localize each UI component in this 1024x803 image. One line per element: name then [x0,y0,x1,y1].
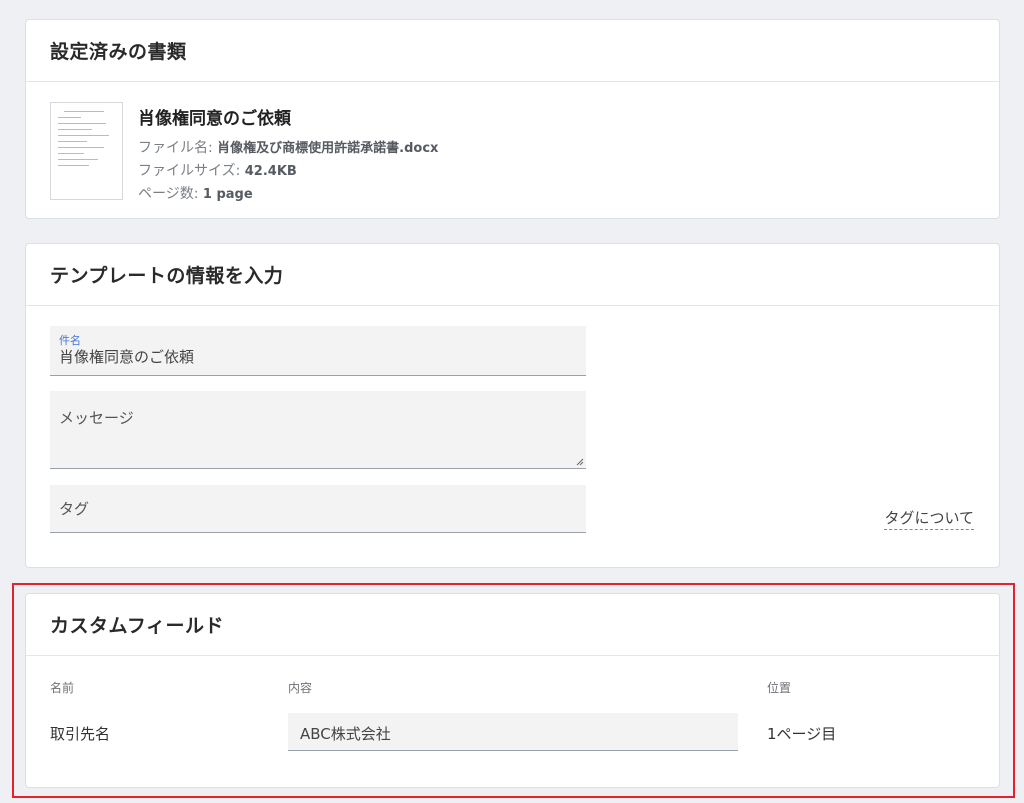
message-textarea[interactable]: メッセージ [50,391,586,469]
document-info: 肖像権同意のご依頼 ファイル名: 肖像権及び商標使用許諾承諾書.docx ファイ… [138,104,438,206]
column-header-content: 内容 [288,681,313,695]
file-size-row: ファイルサイズ: 42.4KB [138,160,438,183]
custom-field-position: 1ページ目 [767,725,837,743]
file-name-row: ファイル名: 肖像権及び商標使用許諾承諾書.docx [138,137,438,160]
column-header-name: 名前 [50,681,75,695]
custom-fields-title: カスタムフィールド [50,615,224,637]
custom-fields-card: カスタムフィールド 名前 内容 位置 取引先名 ABC株式会社 1ページ目 [25,593,1000,788]
custom-field-name: 取引先名 [50,725,111,743]
page-count-label: ページ数: [138,186,203,202]
template-info-title: テンプレートの情報を入力 [50,265,284,287]
document-thumbnail[interactable] [50,102,123,200]
tag-input[interactable]: タグ [50,485,586,533]
configured-documents-card: 設定済みの書類 肖像権同意のご依頼 ファイル名: 肖像権及び商標使用許諾承諾書.… [25,19,1000,219]
message-placeholder: メッセージ [59,409,134,427]
subject-value[interactable]: 肖像権同意のご依頼 [59,346,194,367]
file-size-label: ファイルサイズ: [138,163,245,179]
template-info-card: テンプレートの情報を入力 件名 肖像権同意のご依頼 メッセージ タグ タグについ… [25,243,1000,568]
card-header: 設定済みの書類 [26,20,999,82]
configured-documents-title: 設定済みの書類 [50,41,187,63]
custom-field-content-value[interactable]: ABC株式会社 [300,723,391,744]
card-header: テンプレートの情報を入力 [26,244,999,306]
column-header-position: 位置 [767,681,792,695]
page-count-row: ページ数: 1 page [138,183,438,206]
tag-placeholder: タグ [59,500,90,518]
file-name-label: ファイル名: [138,140,218,156]
page-count-value: 1 page [202,187,253,202]
about-tags-link[interactable]: タグについて [884,507,974,530]
file-size-value: 42.4KB [244,164,297,179]
resize-handle-icon[interactable] [576,458,584,466]
custom-field-content-input[interactable]: ABC株式会社 [288,713,738,751]
file-name-value: 肖像権及び商標使用許諾承諾書.docx [217,141,439,156]
card-header: カスタムフィールド [26,594,999,656]
subject-field[interactable]: 件名 肖像権同意のご依頼 [50,326,586,376]
document-title: 肖像権同意のご依頼 [138,109,291,129]
